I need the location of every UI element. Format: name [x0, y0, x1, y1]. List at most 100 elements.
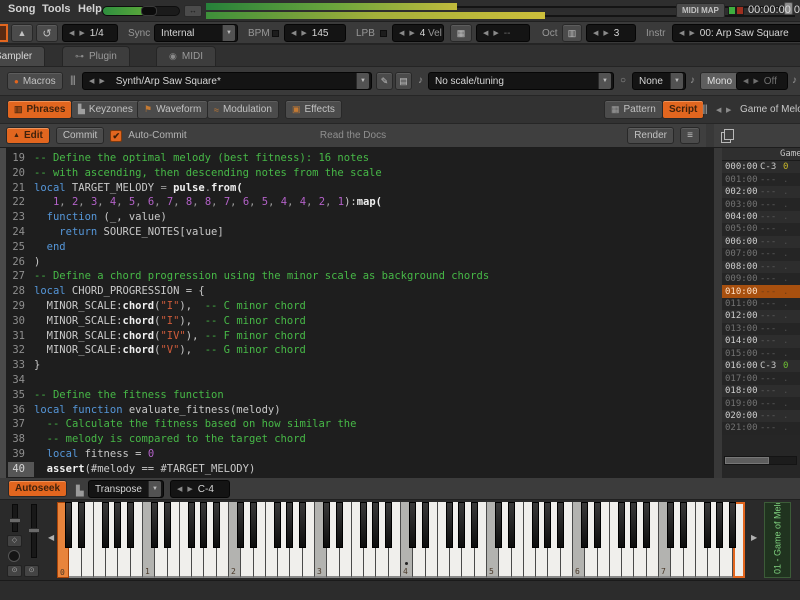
stepper-right-icon[interactable]: ▶	[301, 30, 306, 37]
phrase-row[interactable]: 020:00---.	[722, 410, 800, 422]
stepper-left-icon[interactable]: ◀	[483, 30, 488, 37]
piano-key-black[interactable]	[495, 502, 502, 548]
stepper-left-icon[interactable]: ◀	[69, 30, 74, 37]
phrase-row[interactable]: 014:00---.	[722, 335, 800, 347]
piano-key-black[interactable]	[127, 502, 134, 548]
render-button[interactable]: Render	[627, 127, 674, 144]
piano-key-black[interactable]	[716, 502, 723, 548]
piano-key-black[interactable]	[372, 502, 379, 548]
glide-stepper[interactable]: ◀ ▶ Off	[736, 72, 788, 90]
velocity-keyboard-button[interactable]: ▦	[450, 24, 472, 42]
phrase-row[interactable]: 004:00---.	[722, 211, 800, 223]
phrase-row[interactable]: 007:00---.	[722, 248, 800, 260]
phrase-name[interactable]: Game of Melody	[740, 104, 800, 115]
phrase-hscrollbar-thumb[interactable]	[725, 457, 769, 464]
instrument-select[interactable]: ◀ ▶ 00: Arp Saw Square	[672, 24, 800, 42]
editor-scrollbar[interactable]	[0, 148, 6, 478]
piano-key-black[interactable]	[508, 502, 515, 548]
tab-effects[interactable]: ▣ Effects	[285, 100, 342, 119]
piano-key-black[interactable]	[336, 502, 343, 548]
phrase-row[interactable]: 012:00---.	[722, 310, 800, 322]
piano-key-black[interactable]	[237, 502, 244, 548]
stepper-left-icon[interactable]: ◀	[743, 78, 748, 85]
code-line[interactable]: 22 1, 2, 3, 4, 5, 6, 7, 8, 8, 7, 6, 5, 4…	[8, 195, 714, 210]
stepper-left-icon[interactable]: ◀	[679, 30, 684, 37]
velocity-stepper[interactable]: ◀ ▶ --	[476, 24, 530, 42]
chevron-down-icon[interactable]: ▼	[598, 73, 611, 89]
stepper-left-icon[interactable]: ◀	[716, 107, 721, 114]
piano-key-black[interactable]	[213, 502, 220, 548]
pitchbend-reset-button[interactable]: ◇	[7, 535, 22, 547]
chevron-down-icon[interactable]: ▼	[222, 25, 235, 41]
code-line[interactable]: 32 MINOR_SCALE:chord("V"), -- G minor ch…	[8, 343, 714, 358]
piano-key-black[interactable]	[630, 502, 637, 548]
phrase-row[interactable]: 000:00C-30	[722, 161, 800, 173]
piano-key-black[interactable]	[409, 502, 416, 548]
stepper-right-icon[interactable]: ▶	[79, 30, 84, 37]
menu-song[interactable]: Song	[8, 3, 36, 15]
piano-key-black[interactable]	[594, 502, 601, 548]
stepper-right-icon[interactable]: ▶	[603, 30, 608, 37]
phrase-row[interactable]: 021:00---.	[722, 422, 800, 434]
master-volume-slider[interactable]	[102, 6, 180, 16]
scroll-left-icon[interactable]: ◀	[48, 533, 54, 542]
stepper-right-icon[interactable]: ▶	[753, 78, 758, 85]
key-select[interactable]: None ▼	[632, 72, 686, 90]
control-knob[interactable]	[8, 550, 20, 562]
code-line[interactable]: 29 MINOR_SCALE:chord("I"), -- C minor ch…	[8, 299, 714, 314]
copy-icon[interactable]	[721, 129, 734, 142]
phrase-row[interactable]: 009:00---.	[722, 273, 800, 285]
stepper-right-icon[interactable]: ▶	[187, 486, 192, 493]
phrase-row[interactable]: 010:00---.	[722, 285, 800, 297]
code-line[interactable]: 31 MINOR_SCALE:chord("IV"), -- F minor c…	[8, 329, 714, 344]
octave-keyboard-button[interactable]: ▥	[562, 24, 582, 42]
phrase-row[interactable]: 008:00---.	[722, 261, 800, 273]
code-line[interactable]: 24 return SOURCE_NOTES[value]	[8, 225, 714, 240]
piano-key-black[interactable]	[729, 502, 736, 548]
transpose-select[interactable]: Transpose ▼	[88, 480, 164, 498]
phrase-row[interactable]: 001:00---.	[722, 173, 800, 185]
code-line[interactable]: 25 end	[8, 240, 714, 255]
phrase-row[interactable]: 017:00---.	[722, 372, 800, 384]
columns-icon[interactable]: |||	[702, 104, 707, 115]
code-line[interactable]: 36local function evaluate_fitness(melody…	[8, 403, 714, 418]
rename-button[interactable]: ✎	[376, 72, 393, 90]
auto-commit-checkbox[interactable]: ✔	[110, 130, 122, 142]
lpb-link-toggle[interactable]	[380, 30, 387, 37]
piano-key-black[interactable]	[446, 502, 453, 548]
piano-key-black[interactable]	[151, 502, 158, 548]
stepper-right-icon[interactable]: ▶	[409, 30, 414, 37]
preset-select[interactable]: ◀ ▶ Synth/Arp Saw Square* ▼	[82, 72, 372, 90]
piano-key-black[interactable]	[299, 502, 306, 548]
piano-key-black[interactable]	[360, 502, 367, 548]
chevron-down-icon[interactable]: ▼	[148, 481, 161, 497]
code-line[interactable]: 21local TARGET_MELODY = pulse.from(	[8, 181, 714, 196]
quantize-stepper[interactable]: ◀ ▶ 1/4	[62, 24, 118, 42]
phrase-row[interactable]: 018:00---.	[722, 385, 800, 397]
edit-mode-button[interactable]	[0, 24, 8, 42]
code-line[interactable]: 23 function (_, value)	[8, 210, 714, 225]
tab-modulation[interactable]: ≈ Modulation	[207, 100, 279, 119]
phrase-row[interactable]: 019:00---.	[722, 397, 800, 409]
code-line[interactable]: 39 local fitness = 0	[8, 447, 714, 462]
octave-stepper[interactable]: ◀ ▶ 3	[586, 24, 636, 42]
code-line[interactable]: 27-- Define a chord progression using th…	[8, 269, 714, 284]
piano-key-black[interactable]	[274, 502, 281, 548]
modwheel-handle[interactable]	[28, 528, 40, 533]
piano-key-black[interactable]	[286, 502, 293, 548]
sync-select[interactable]: Internal ▼	[154, 24, 238, 42]
piano-keyboard[interactable]: 01234567	[57, 502, 745, 578]
midi-map-button[interactable]: MIDI MAP	[676, 3, 725, 18]
stepper-left-icon[interactable]: ◀	[593, 30, 598, 37]
piano-key-black[interactable]	[667, 502, 674, 548]
stepper-left-icon[interactable]: ◀	[291, 30, 296, 37]
keyboard-option-button-1[interactable]: ⊙	[7, 565, 22, 577]
tab-waveform[interactable]: ⚑ Waveform	[137, 100, 208, 119]
tab-midi[interactable]: ◉ MIDI	[156, 46, 216, 66]
piano-key-black[interactable]	[557, 502, 564, 548]
code-line[interactable]: 40 assert(#melody == #TARGET_MELODY)	[8, 462, 714, 477]
code-line[interactable]: 28local CHORD_PROGRESSION = {	[8, 284, 714, 299]
read-the-docs-link[interactable]: Read the Docs	[320, 130, 386, 141]
mono-button[interactable]: Mono	[700, 72, 739, 90]
loop-follow-button[interactable]: ↺	[36, 24, 58, 42]
